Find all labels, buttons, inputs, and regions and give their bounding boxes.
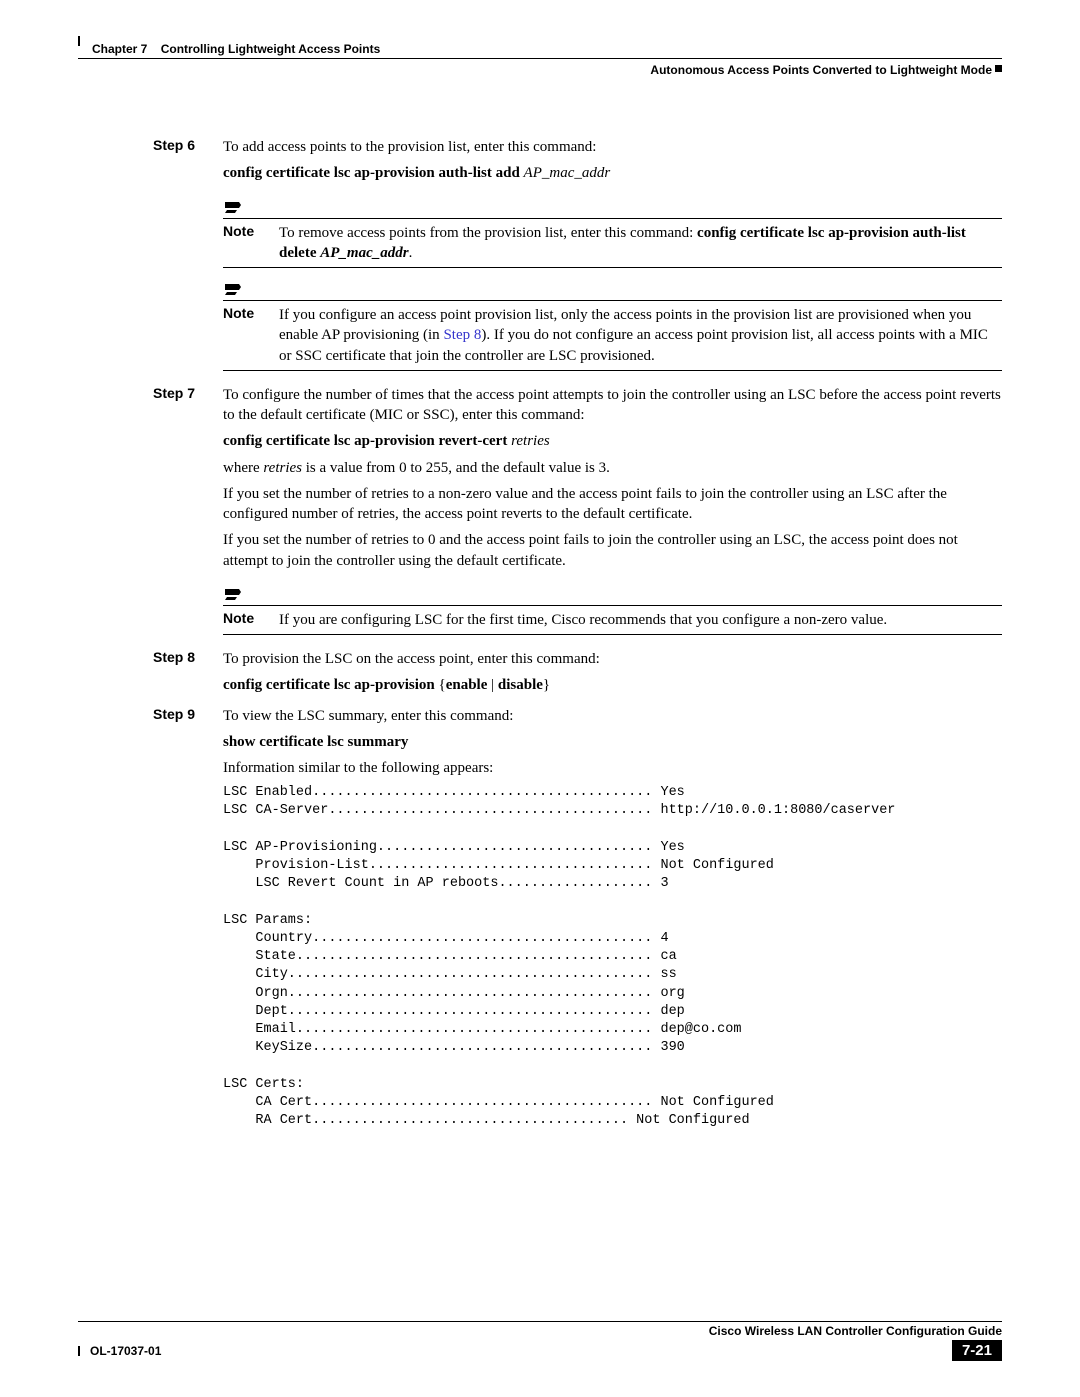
- note-text: If you are configuring LSC for the first…: [279, 610, 1002, 630]
- note-cmd-italic: AP_mac_addr: [320, 245, 408, 261]
- command-bold: show certificate lsc summary: [223, 734, 408, 750]
- page-number: 7-21: [952, 1340, 1002, 1361]
- footer-guide-title: Cisco Wireless LAN Controller Configurat…: [78, 1324, 1002, 1338]
- step-body: To configure the number of times that th…: [223, 385, 1002, 577]
- page-header: Chapter 7 Controlling Lightweight Access…: [78, 36, 1002, 77]
- step-intro: To configure the number of times that th…: [223, 385, 1002, 426]
- pipe: |: [487, 677, 498, 693]
- page-footer: Cisco Wireless LAN Controller Configurat…: [78, 1321, 1002, 1361]
- step-body: To provision the LSC on the access point…: [223, 649, 1002, 702]
- command-italic: retries: [511, 433, 550, 449]
- header-chapter: Chapter 7 Controlling Lightweight Access…: [92, 42, 1002, 56]
- step-label: Step 7: [153, 385, 223, 577]
- note-bottom-rule: [223, 267, 1002, 268]
- step-9: Step 9 To view the LSC summary, enter th…: [78, 706, 1002, 1131]
- step-6: Step 6 To add access points to the provi…: [78, 137, 1002, 190]
- chapter-label: Chapter 7: [92, 42, 147, 56]
- command-bold: config certificate lsc ap-provision auth…: [223, 165, 524, 181]
- brace-close: }: [543, 677, 550, 693]
- header-section-title: Autonomous Access Points Converted to Li…: [650, 63, 992, 77]
- where-post: is a value from 0 to 255, and the defaul…: [302, 460, 610, 476]
- step-8: Step 8 To provision the LSC on the acces…: [78, 649, 1002, 702]
- step-intro: To provision the LSC on the access point…: [223, 649, 1002, 669]
- header-end-marker: [995, 65, 1002, 72]
- pencil-icon: [223, 587, 245, 603]
- step-command: config certificate lsc ap-provision auth…: [223, 163, 1002, 183]
- step-para4: If you set the number of retries to 0 an…: [223, 530, 1002, 571]
- note-bottom-rule: [223, 370, 1002, 371]
- step-command: show certificate lsc summary: [223, 732, 1002, 752]
- step-where: where retries is a value from 0 to 255, …: [223, 458, 1002, 478]
- brace-open: {: [439, 677, 446, 693]
- step-cross-reference[interactable]: Step 8: [443, 327, 481, 343]
- note-text: If you configure an access point provisi…: [279, 305, 1002, 366]
- note-block-1: Note To remove access points from the pr…: [223, 200, 1002, 269]
- step-intro: To view the LSC summary, enter this comm…: [223, 706, 1002, 726]
- opt-enable: enable: [446, 677, 488, 693]
- opt-disable: disable: [498, 677, 543, 693]
- step-body: To view the LSC summary, enter this comm…: [223, 706, 1002, 1131]
- chapter-title: Controlling Lightweight Access Points: [161, 42, 381, 56]
- note-text: To remove access points from the provisi…: [279, 223, 1002, 264]
- footer-ol-number: OL-17037-01: [90, 1344, 161, 1358]
- command-bold: config certificate lsc ap-provision: [223, 677, 439, 693]
- note-pre: To remove access points from the provisi…: [279, 225, 697, 241]
- note-block-2: Note If you configure an access point pr…: [223, 282, 1002, 371]
- footer-rule: [78, 1321, 1002, 1322]
- where-pre: where: [223, 460, 263, 476]
- step-label: Step 6: [153, 137, 223, 190]
- note-post: .: [409, 245, 413, 261]
- step-command: config certificate lsc ap-provision reve…: [223, 431, 1002, 451]
- step-body: To add access points to the provision li…: [223, 137, 1002, 190]
- footer-tick: [78, 1346, 80, 1356]
- note-label: Note: [223, 223, 279, 264]
- command-italic: AP_mac_addr: [524, 165, 611, 181]
- note-label: Note: [223, 305, 279, 366]
- step-command: config certificate lsc ap-provision {ena…: [223, 675, 1002, 695]
- step-label: Step 8: [153, 649, 223, 702]
- step-info: Information similar to the following app…: [223, 758, 1002, 778]
- step-label: Step 9: [153, 706, 223, 1131]
- note-label: Note: [223, 610, 279, 630]
- pencil-icon: [223, 282, 245, 298]
- content-area: Step 6 To add access points to the provi…: [78, 137, 1002, 1130]
- command-bold: config certificate lsc ap-provision reve…: [223, 433, 511, 449]
- where-italic: retries: [263, 460, 302, 476]
- pencil-icon: [223, 200, 245, 216]
- step-7: Step 7 To configure the number of times …: [78, 385, 1002, 577]
- page: Chapter 7 Controlling Lightweight Access…: [0, 0, 1080, 1397]
- note-bottom-rule: [223, 634, 1002, 635]
- command-output: LSC Enabled.............................…: [223, 784, 1002, 1130]
- step-intro: To add access points to the provision li…: [223, 137, 1002, 157]
- step-para3: If you set the number of retries to a no…: [223, 484, 1002, 525]
- note-block-3: Note If you are configuring LSC for the …: [223, 587, 1002, 635]
